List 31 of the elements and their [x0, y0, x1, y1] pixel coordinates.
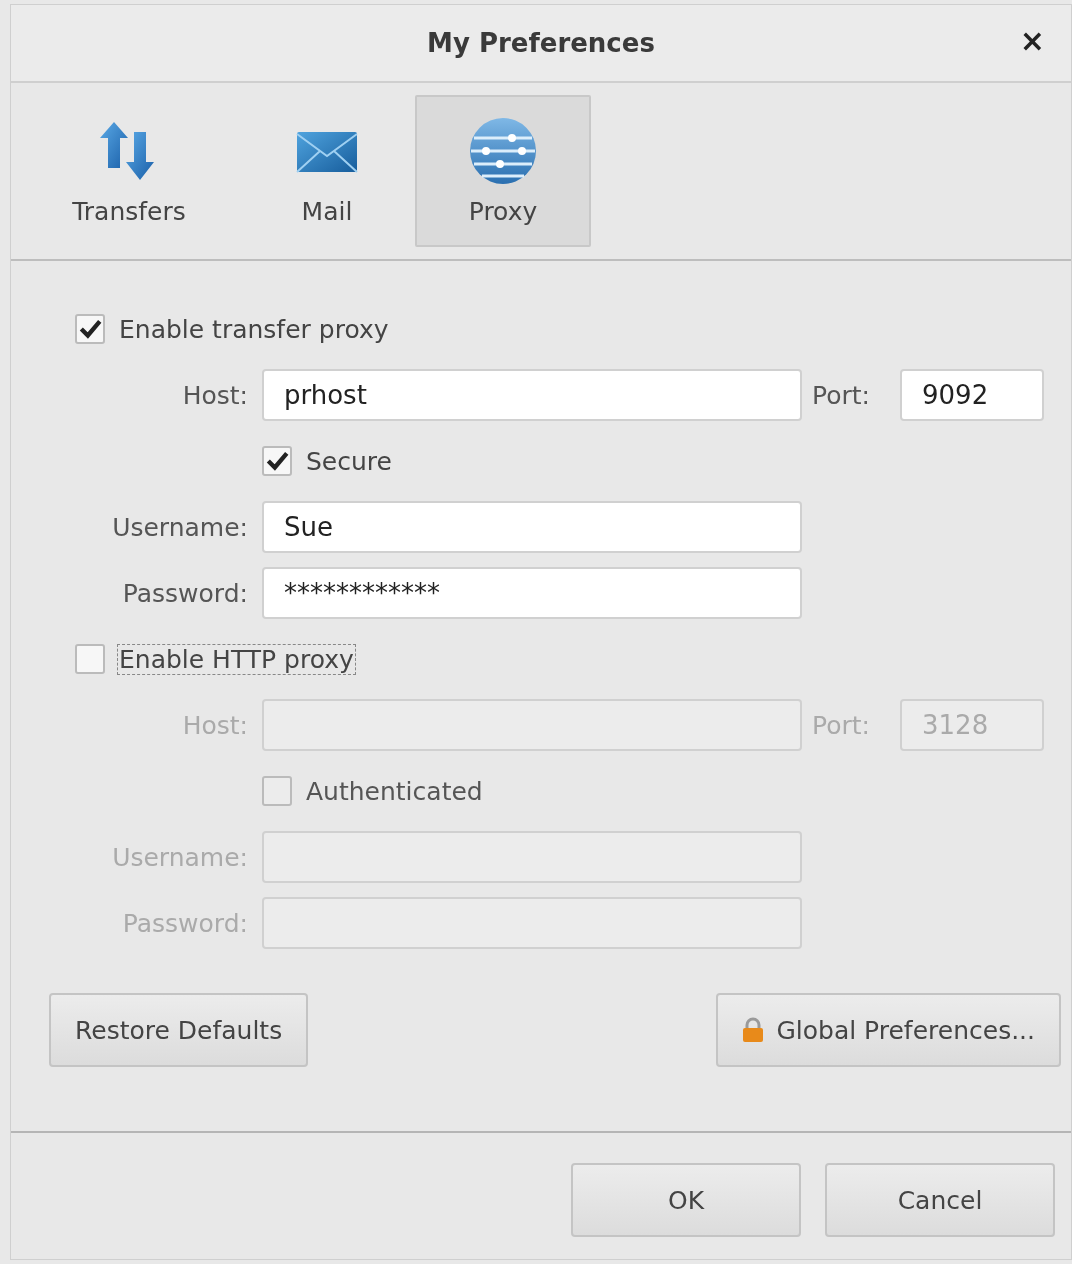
checkbox[interactable]: [75, 314, 105, 344]
password-label: Password:: [121, 578, 248, 608]
username-label: Username:: [111, 512, 248, 542]
username-field[interactable]: Sue: [262, 501, 802, 553]
checkbox-label: Enable transfer proxy: [118, 313, 390, 345]
window-title: My Preferences: [427, 28, 655, 58]
checkbox-label: Enable HTTP proxy: [117, 643, 356, 675]
port-field[interactable]: 9092: [900, 369, 1044, 421]
checkbox[interactable]: [262, 446, 292, 476]
host-field[interactable]: prhost: [262, 369, 802, 421]
ok-button[interactable]: OK: [571, 1163, 801, 1237]
checkbox-label: Authenticated: [305, 775, 484, 807]
checkbox[interactable]: [75, 644, 105, 674]
port-label: Port:: [812, 380, 871, 410]
host-label: Host:: [181, 380, 248, 410]
checkbox[interactable]: [262, 776, 292, 806]
tab[interactable]: Mail: [239, 95, 415, 247]
host-label: Host:: [181, 710, 248, 740]
port-label: Port:: [812, 710, 871, 740]
tab[interactable]: Proxy: [415, 95, 591, 247]
close-button[interactable]: ×: [1013, 23, 1051, 58]
padlock-icon: [742, 1017, 765, 1043]
password-label: Password:: [121, 908, 248, 938]
checkbox-label: Secure: [305, 445, 393, 477]
tab[interactable]: Transfers: [41, 95, 217, 247]
globe-icon: [468, 116, 538, 186]
restore-defaults-button[interactable]: Restore Defaults: [49, 993, 309, 1067]
cancel-button[interactable]: Cancel: [825, 1163, 1055, 1237]
global-preferences-button[interactable]: Global Preferences...: [716, 993, 1061, 1067]
password-field[interactable]: ************: [262, 567, 802, 619]
username-label: Username:: [111, 842, 248, 872]
